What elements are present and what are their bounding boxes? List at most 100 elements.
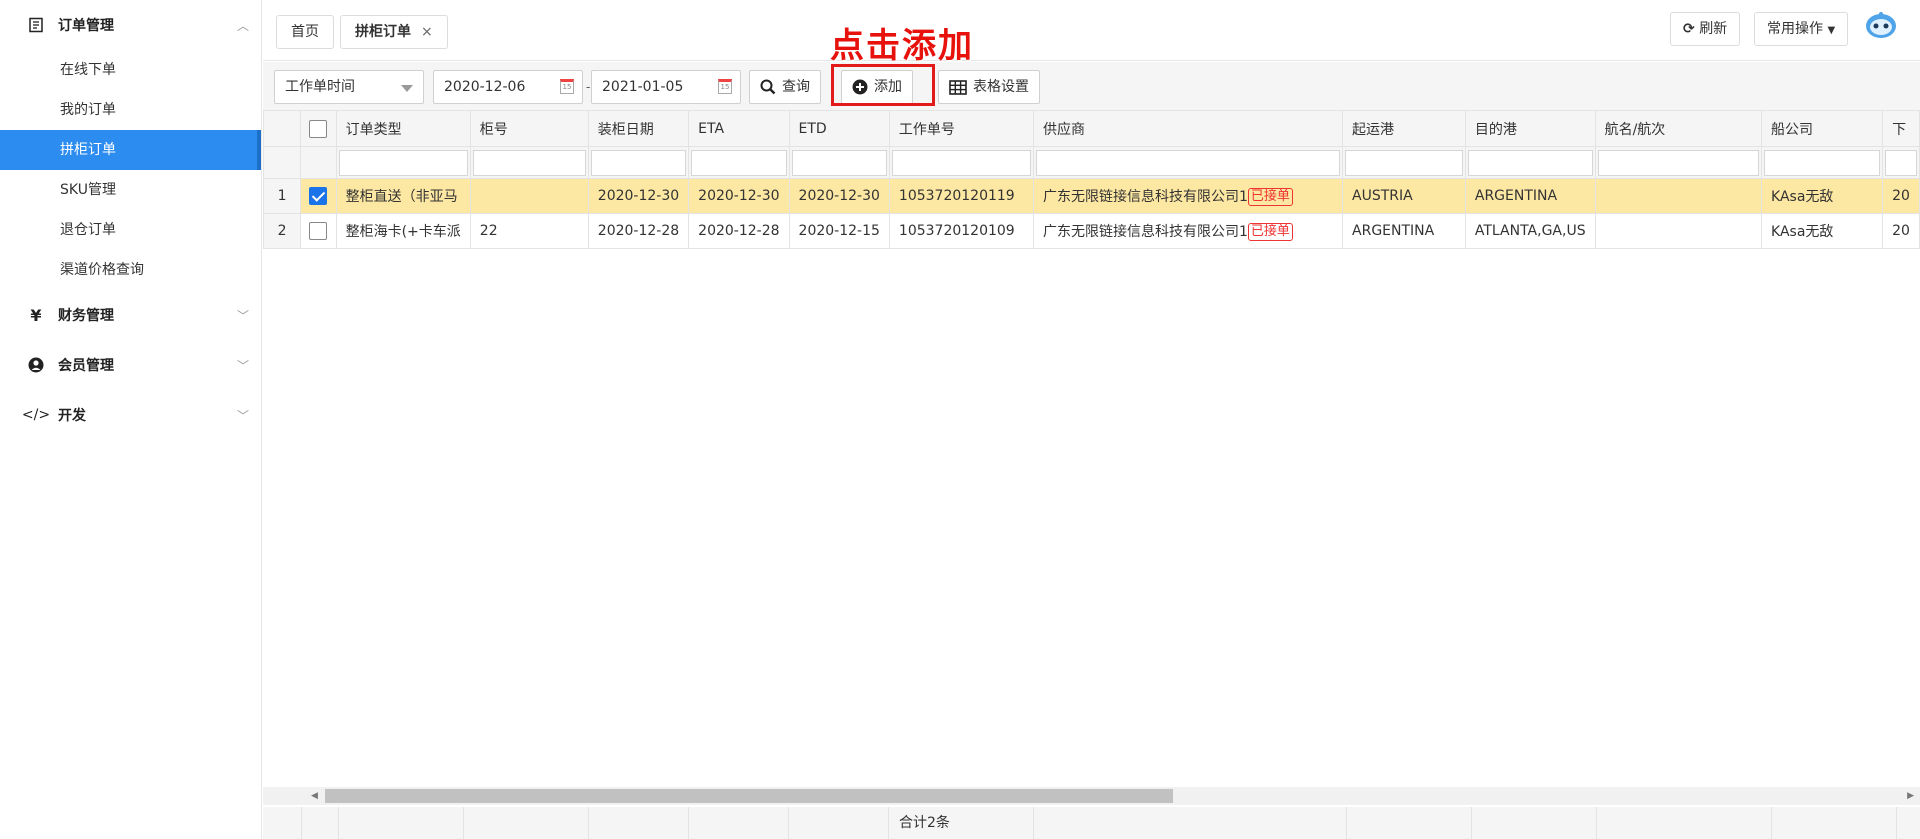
column-filter-input[interactable]: [1345, 149, 1463, 176]
column-header[interactable]: ETA: [688, 110, 790, 147]
calendar-icon: 15: [718, 79, 732, 94]
table-row[interactable]: 1 整柜直送（非亚马 2020-12-30 2020-12-30 2020-12…: [263, 178, 1920, 214]
scrollbar-thumb[interactable]: [325, 789, 1173, 803]
sidebar-item-my-orders[interactable]: 我的订单: [0, 90, 261, 130]
column-header[interactable]: 装柜日期: [587, 110, 690, 147]
refresh-button[interactable]: ⟳ 刷新: [1670, 12, 1741, 46]
column-header[interactable]: 下: [1882, 110, 1920, 147]
row-checkbox-cell[interactable]: [300, 213, 337, 249]
grid-footer: 合计2条: [263, 807, 1920, 839]
column-filter-row: [263, 146, 1920, 179]
menu-head-members[interactable]: 会员管理 ﹀: [0, 340, 261, 390]
cell-supplier: 广东无限链接信息科技有限公司1 已接单: [1032, 213, 1344, 249]
cell-to-port: ARGENTINA: [1464, 178, 1596, 214]
status-badge: 已接单: [1247, 223, 1293, 241]
column-filter-input[interactable]: [891, 149, 1031, 176]
footer-cell: [339, 807, 464, 839]
footer-cell: [263, 807, 302, 839]
filter-cell: [335, 146, 471, 179]
assistant-avatar-icon[interactable]: [1864, 10, 1898, 40]
tab-home[interactable]: 首页: [276, 15, 334, 49]
column-header[interactable]: 航名/航次: [1594, 110, 1763, 147]
column-header[interactable]: 船公司: [1761, 110, 1884, 147]
column-filter-input[interactable]: [1467, 149, 1593, 176]
close-icon[interactable]: ×: [421, 24, 433, 40]
sidebar-item-online-order[interactable]: 在线下单: [0, 50, 261, 90]
date-type-select[interactable]: 工作单时间: [274, 70, 424, 104]
column-header[interactable]: 供应商: [1032, 110, 1344, 147]
column-filter-input[interactable]: [590, 149, 687, 176]
header-row: 订单类型 柜号 装柜日期 ETA ETD 工作单号 供应商 起运港 目的港 航名…: [263, 110, 1920, 147]
column-header[interactable]: 工作单号: [888, 110, 1034, 147]
cell-order-type: 整柜海卡(+卡车派: [335, 213, 471, 249]
tab-label: 首页: [291, 24, 319, 40]
sidebar-item-return-orders[interactable]: 退仓订单: [0, 210, 261, 250]
column-filter-input[interactable]: [338, 149, 468, 176]
column-header[interactable]: 订单类型: [335, 110, 471, 147]
filter-cell: [1032, 146, 1344, 179]
menu-group-order: 订单管理 ︿ 在线下单 我的订单 拼柜订单 SKU管理 退仓订单 渠道价格查询: [0, 0, 261, 290]
scroll-right-icon[interactable]: ▶: [1907, 791, 1914, 801]
list-icon: [26, 17, 46, 33]
cell-eta: 2020-12-28: [688, 213, 790, 249]
column-filter-input[interactable]: [791, 149, 887, 176]
query-button[interactable]: 查询: [749, 70, 821, 104]
column-header[interactable]: ETD: [788, 110, 890, 147]
column-header[interactable]: 起运港: [1342, 110, 1466, 147]
sidebar-item-consolidated-orders[interactable]: 拼柜订单: [0, 130, 261, 170]
checkbox-checked[interactable]: [309, 187, 328, 205]
column-filter-input[interactable]: [1597, 149, 1760, 176]
refresh-label: 刷新: [1699, 21, 1728, 37]
code-icon: </>: [21, 407, 51, 423]
menu-head-label: 财务管理: [58, 308, 114, 324]
chevron-down-icon: ﹀: [236, 409, 249, 423]
date-from-input[interactable]: 2020-12-06 15: [433, 70, 583, 104]
row-checkbox-cell[interactable]: [300, 178, 337, 214]
table-row[interactable]: 2 整柜海卡(+卡车派 22 2020-12-28 2020-12-28 202…: [263, 213, 1920, 249]
horizontal-scrollbar[interactable]: ◀ ▶: [263, 787, 1920, 805]
select-all-checkbox[interactable]: [300, 110, 337, 147]
footer-cell: [1772, 807, 1897, 839]
checkbox[interactable]: [309, 222, 328, 240]
row-index: 1: [263, 178, 302, 214]
menu-head-finance[interactable]: ¥ 财务管理 ﹀: [0, 290, 261, 340]
date-to-input[interactable]: 2021-01-05 15: [591, 70, 741, 104]
caret-down-icon: ▼: [1827, 25, 1836, 36]
cell-to-port: ATLANTA,GA,US: [1464, 213, 1596, 249]
cell-from-port: AUSTRIA: [1342, 178, 1466, 214]
column-filter-input[interactable]: [1764, 149, 1881, 176]
filter-spacer: [263, 146, 302, 179]
menu-head-label: 开发: [58, 408, 86, 424]
common-operations-button[interactable]: 常用操作 ▼: [1754, 12, 1849, 46]
column-header[interactable]: 目的港: [1464, 110, 1596, 147]
column-filter-input[interactable]: [472, 149, 586, 176]
sidebar-item-channel-price[interactable]: 渠道价格查询: [0, 250, 261, 290]
supplier-name: 广东无限链接信息科技有限公司1: [1042, 224, 1248, 240]
supplier-name: 广东无限链接信息科技有限公司1: [1042, 189, 1248, 205]
cell-etd: 2020-12-30: [788, 178, 890, 214]
sidebar-item-sku-management[interactable]: SKU管理: [0, 170, 261, 210]
calendar-icon: 15: [560, 79, 574, 94]
menu-head-order-management[interactable]: 订单管理 ︿: [0, 0, 261, 50]
filter-cell: [1342, 146, 1466, 179]
query-label: 查询: [782, 79, 810, 95]
footer-cell: [789, 807, 889, 839]
footer-cell: [1597, 807, 1772, 839]
tab-consolidated-orders[interactable]: 拼柜订单 ×: [340, 15, 448, 49]
column-filter-input[interactable]: [1885, 149, 1917, 176]
menu-head-develop[interactable]: </> 开发 ﹀: [0, 390, 261, 440]
column-filter-input[interactable]: [691, 149, 787, 176]
chevron-down-icon: ﹀: [236, 359, 249, 373]
add-button-highlight: [831, 64, 935, 106]
table-settings-button[interactable]: 表格设置: [938, 70, 1040, 104]
cell-order-type: 整柜直送（非亚马: [335, 178, 471, 214]
column-filter-input[interactable]: [1035, 149, 1341, 176]
scroll-left-icon[interactable]: ◀: [311, 791, 318, 801]
filter-toolbar: 工作单时间 2020-12-06 15 - 2021-01-05 15 查询 添…: [263, 62, 1920, 110]
cell-work-no: 1053720120119: [888, 178, 1034, 214]
cell-load-date: 2020-12-28: [587, 213, 690, 249]
filter-cell: [469, 146, 589, 179]
checkbox[interactable]: [309, 119, 328, 138]
footer-cell: [689, 807, 789, 839]
column-header[interactable]: 柜号: [469, 110, 589, 147]
